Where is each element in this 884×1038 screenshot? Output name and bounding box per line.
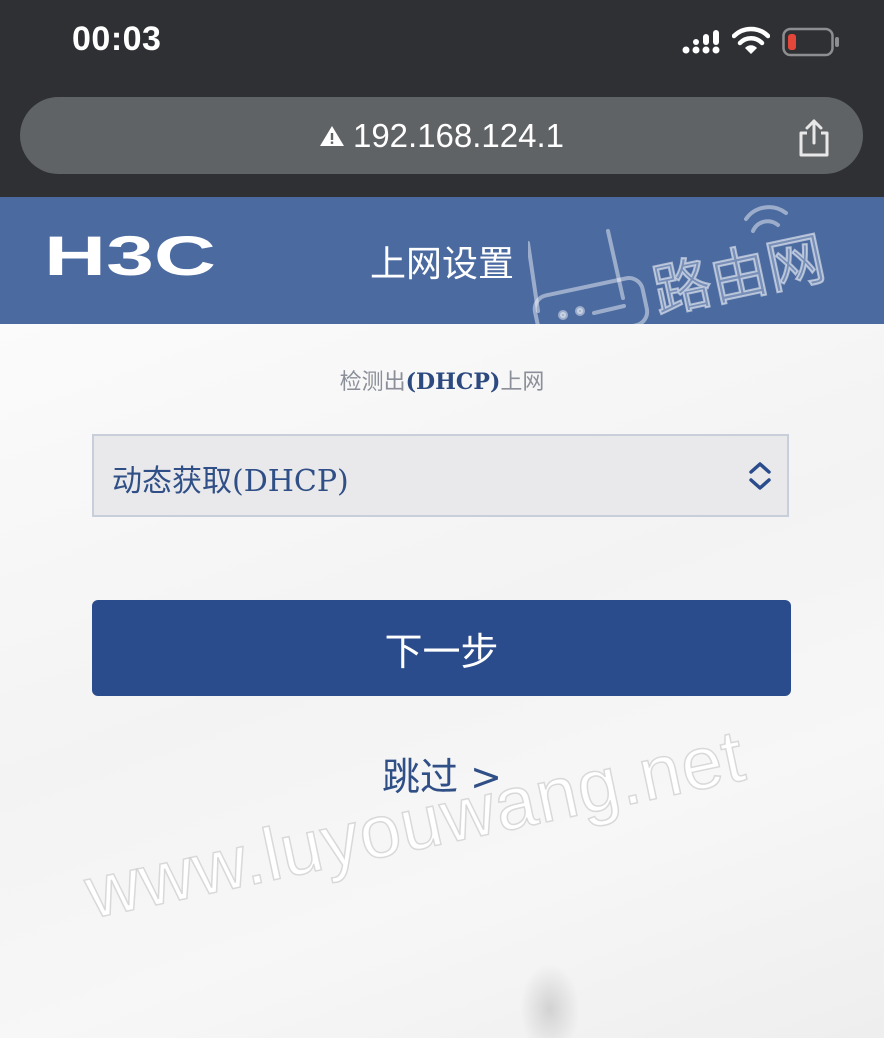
detect-mode: (DHCP)	[405, 369, 501, 395]
svg-text:H3C: H3C	[44, 231, 216, 279]
address-bar[interactable]: 192.168.124.1	[20, 97, 863, 174]
status-bar: 00:03	[0, 0, 884, 88]
detect-suffix: 上网	[500, 370, 545, 395]
url-container[interactable]: 192.168.124.1	[20, 97, 863, 174]
h3c-logo: H3C	[44, 231, 216, 279]
connection-type-select[interactable]: 动态获取(DHCP)	[92, 434, 789, 517]
connection-type-value: 动态获取(DHCP)	[112, 464, 349, 499]
detect-prefix: 检测出	[339, 370, 406, 395]
browser-chrome: 192.168.124.1	[0, 88, 884, 197]
next-step-button[interactable]: 下一步	[92, 600, 791, 696]
chevron-up-down-icon	[749, 462, 771, 490]
svg-text:路由网: 路由网	[647, 224, 831, 324]
warning-icon	[319, 125, 344, 146]
wifi-icon	[732, 26, 770, 54]
url-text[interactable]: 192.168.124.1	[353, 117, 564, 155]
status-time: 00:03	[72, 20, 162, 58]
share-icon[interactable]	[796, 118, 832, 158]
background-shadow	[520, 964, 580, 1038]
page-header: H3C 上网设置 路由网	[0, 197, 884, 324]
battery-low-icon	[782, 27, 839, 57]
router-watermark-logo: 路由网	[528, 205, 832, 324]
cellular-signal-icon	[682, 30, 720, 54]
detect-result-text: 检测出(DHCP)上网	[0, 364, 884, 396]
main-content: 检测出(DHCP)上网 动态获取(DHCP) 下一步 跳过 > www.luyo…	[0, 324, 884, 1038]
